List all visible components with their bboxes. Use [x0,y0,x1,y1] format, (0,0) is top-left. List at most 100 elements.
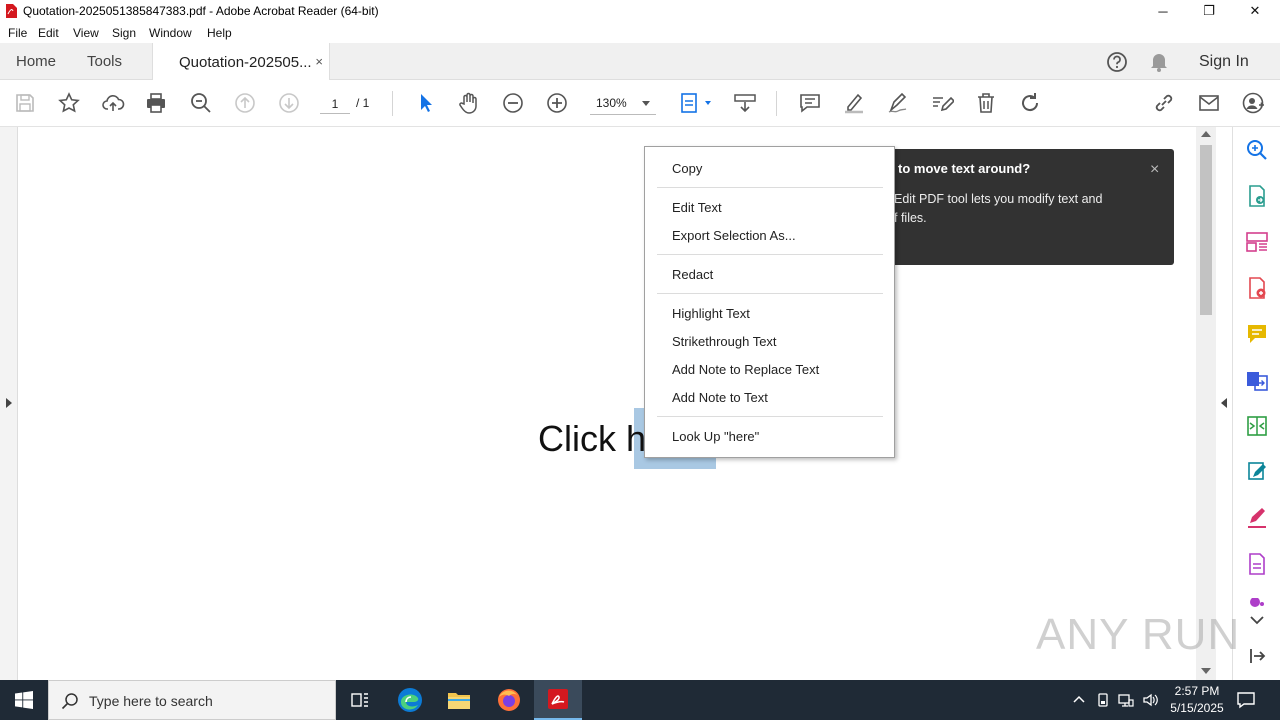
rotate-button[interactable] [1016,90,1044,116]
taskbar-clock-date[interactable]: 5/15/2025 [1166,701,1228,715]
hand-tool-button[interactable] [455,90,483,116]
menu-item-redact[interactable]: Redact [672,267,713,282]
start-button[interactable] [0,680,48,720]
scrollbar-thumb[interactable] [1200,145,1212,315]
export-pdf-button[interactable] [1245,184,1269,208]
save-button[interactable] [11,90,39,116]
trash-icon [978,93,994,113]
task-view-button[interactable] [336,680,384,720]
menu-item-highlight-text[interactable]: Highlight Text [672,306,750,321]
minimize-button[interactable]: ─ [1140,0,1186,22]
volume-icon[interactable] [1142,692,1158,708]
menu-separator [657,187,883,188]
scrolling-mode-button[interactable] [731,90,759,116]
upload-button[interactable] [99,90,127,116]
device-icon[interactable] [1095,692,1111,708]
fill-and-sign-button[interactable] [1245,506,1269,530]
previous-page-button[interactable] [231,90,259,116]
draw-button[interactable] [884,90,912,116]
select-tool-button[interactable] [411,90,439,116]
menu-separator [657,416,883,417]
sign-in-button[interactable]: Sign In [1199,43,1249,80]
fit-page-icon [681,93,697,113]
edit-pdf-button[interactable] [1245,460,1269,484]
page-display-caret-icon [705,101,711,105]
menu-item-copy[interactable]: Copy [672,161,702,176]
edge-taskbar-button[interactable] [386,680,434,720]
tab-close-icon[interactable]: × [315,54,323,69]
highlight-button[interactable] [840,90,868,116]
highlighter-icon [845,93,863,114]
compress-pdf-button[interactable] [1245,414,1269,438]
collapse-right-panel-icon[interactable] [1221,398,1227,408]
create-pdf-button[interactable] [1245,276,1269,300]
combine-files-icon [1247,372,1268,391]
more-tools-button[interactable] [1245,552,1269,576]
bookmark-star-button[interactable] [55,90,83,116]
share-link-button[interactable] [1150,90,1178,116]
title-bar: Quotation-2025051385847383.pdf - Adobe A… [0,0,1280,22]
share-people-button[interactable] [1239,90,1267,116]
next-page-button[interactable] [275,90,303,116]
vertical-scrollbar[interactable] [1196,127,1216,680]
pdf-link-text[interactable]: Click h [538,418,646,460]
rotate-icon [1022,93,1039,112]
menu-item-edit-text[interactable]: Edit Text [672,200,722,215]
network-icon[interactable] [1118,692,1134,708]
menu-item-look-up[interactable]: Look Up "here" [672,429,759,444]
chevron-up-icon[interactable] [1071,692,1087,708]
zoom-out-button[interactable] [499,90,527,116]
menu-window[interactable]: Window [149,26,192,40]
fill-sign-button[interactable] [928,90,956,116]
firefox-icon [498,689,520,711]
tab-document[interactable]: Quotation-202505... × [152,43,330,81]
tab-home[interactable]: Home [16,43,56,80]
collapse-tools-panel-button[interactable] [1245,644,1269,668]
file-explorer-taskbar-button[interactable] [435,680,483,720]
close-button[interactable]: ✕ [1232,0,1278,22]
page-display-button[interactable] [677,90,713,116]
taskbar-clock-time[interactable]: 2:57 PM [1172,684,1222,698]
edit-text-tooltip: to move text around? Edit PDF tool lets … [878,149,1174,265]
expand-left-panel-icon[interactable] [6,398,12,408]
zoom-dropdown[interactable]: 130% [590,93,656,115]
organize-pages-button[interactable] [1245,230,1269,254]
acrobat-taskbar-button[interactable] [534,680,582,720]
print-button[interactable] [142,90,170,116]
menu-item-strikethrough-text[interactable]: Strikethrough Text [672,334,777,349]
comment-button[interactable] [796,90,824,116]
combine-files-button[interactable] [1245,368,1269,392]
comment-tool-button[interactable] [1245,322,1269,346]
tab-tools[interactable]: Tools [87,43,122,80]
menu-help[interactable]: Help [207,26,232,40]
menu-file[interactable]: File [8,26,27,40]
acrobat-app-icon [6,4,17,18]
scroll-tools-down-button[interactable] [1245,612,1269,628]
find-zoom-button[interactable] [187,90,215,116]
taskbar-search-box[interactable]: Type here to search [48,680,336,720]
tooltip-close-icon[interactable]: × [1150,161,1159,179]
additional-tool-button[interactable] [1245,598,1269,610]
menu-sign[interactable]: Sign [112,26,136,40]
minimize-icon: ─ [1158,3,1168,19]
search-tool-button[interactable] [1245,138,1269,162]
help-icon[interactable] [1106,51,1128,73]
menu-view[interactable]: View [73,26,99,40]
scroll-down-arrow-icon[interactable] [1201,668,1211,674]
menu-separator [657,254,883,255]
menu-item-export-selection[interactable]: Export Selection As... [672,228,796,243]
maximize-button[interactable]: ❐ [1186,0,1232,22]
page-number-input[interactable] [320,94,350,114]
zoom-in-button[interactable] [543,90,571,116]
right-tools-panel [1234,127,1280,680]
notification-bell-icon[interactable] [1149,51,1169,73]
menu-edit[interactable]: Edit [38,26,59,40]
scroll-up-arrow-icon[interactable] [1201,131,1211,137]
menu-item-add-note-to-text[interactable]: Add Note to Text [672,390,768,405]
link-icon [1155,94,1173,112]
email-button[interactable] [1195,90,1223,116]
delete-button[interactable] [972,90,1000,116]
action-center-icon[interactable] [1236,691,1256,709]
firefox-taskbar-button[interactable] [485,680,533,720]
menu-item-add-note-replace[interactable]: Add Note to Replace Text [672,362,819,377]
